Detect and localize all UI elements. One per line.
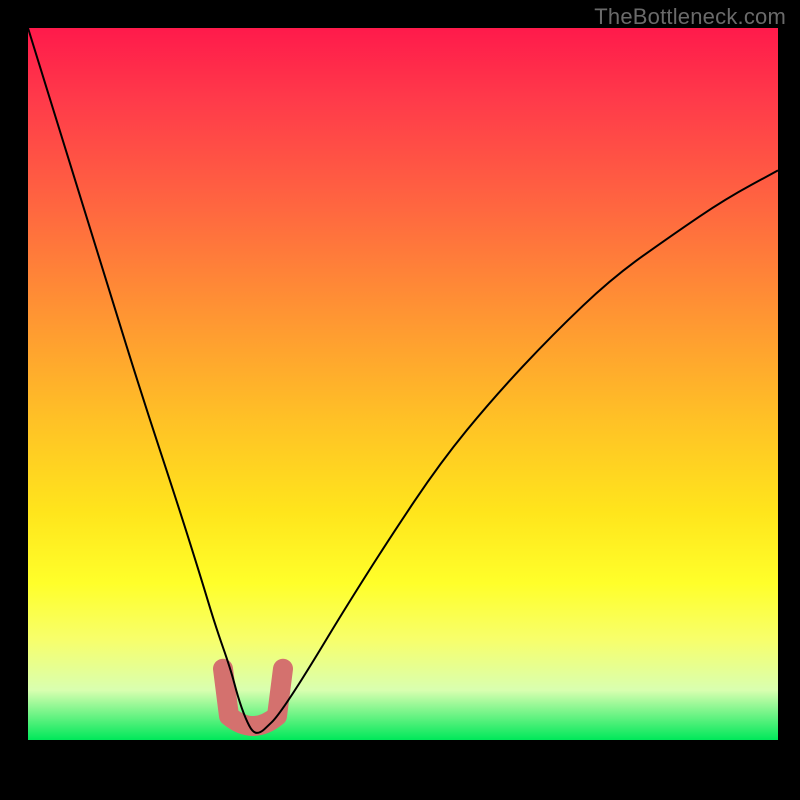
chart-stage: TheBottleneck.com [0,0,800,800]
chart-svg [28,28,778,740]
plot-area [28,28,778,740]
watermark-text: TheBottleneck.com [594,4,786,30]
bottleneck-curve [28,28,778,733]
